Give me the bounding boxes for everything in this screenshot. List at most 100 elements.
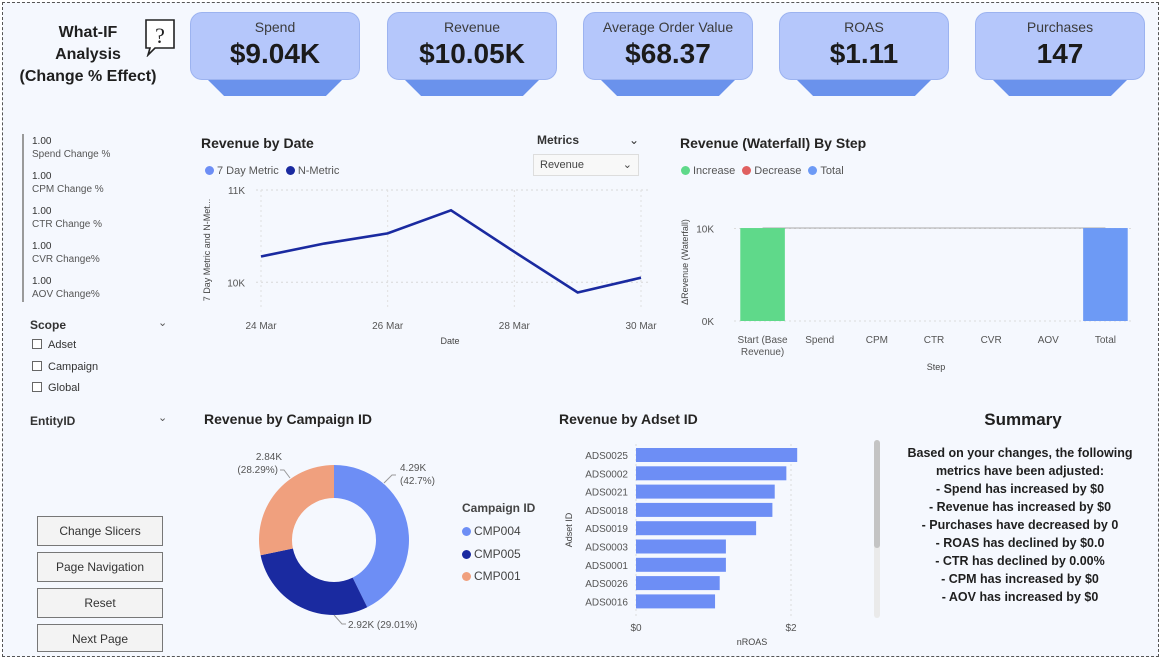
adset-bar-chart: $0 $2 ADS0025 ADS0002 ADS0021 ADS0018 ADS0019 A… [564, 444, 798, 647]
y-tick-label: ADS0016 [585, 597, 628, 608]
metrics-slicer-header[interactable]: Metrics ⌄ [537, 133, 639, 147]
chevron-down-icon[interactable]: ⌄ [158, 316, 167, 329]
waterfall-ylabel: ΔRevenue (Waterfall) [680, 219, 690, 305]
checkbox-icon[interactable] [32, 361, 42, 371]
y-tick-label: 11K [228, 186, 245, 197]
slider-aov-change[interactable]: 1.00 AOV Change% [32, 275, 100, 301]
slice-label: 2.92K (29.01%) [348, 620, 418, 631]
leader-line [383, 474, 396, 484]
entityid-slicer-header[interactable]: EntityID [30, 414, 75, 428]
reset-button[interactable]: Reset [37, 588, 163, 618]
adset-bar [636, 448, 798, 462]
kpi-value: 147 [1036, 38, 1084, 69]
legend-dot-icon [681, 166, 690, 175]
checkbox-icon[interactable] [32, 382, 42, 392]
chevron-down-icon[interactable]: ⌄ [158, 411, 167, 424]
legend-dot-icon [285, 166, 295, 175]
adset-bar [636, 484, 775, 499]
adset-bar [636, 521, 757, 536]
waterfall-bars [740, 228, 1128, 321]
summary-title: Summary [984, 410, 1062, 429]
waterfall-legend: Increase Decrease Total [681, 165, 844, 177]
metrics-selected-value: Revenue [540, 159, 585, 171]
summary-line: - Spend has increased by $0 [935, 482, 1105, 496]
x-tick-label: $0 [630, 623, 642, 634]
x-tick-label: CPM [866, 335, 888, 346]
checkbox-icon[interactable] [32, 339, 42, 349]
x-tick-label: Revenue) [741, 347, 784, 358]
kpi-value: $1.11 [829, 38, 899, 69]
y-tick-label: ADS0019 [585, 524, 628, 535]
kpi-value: $68.37 [625, 38, 711, 69]
legend-dot-icon [808, 166, 818, 175]
y-tick-label: ADS0002 [585, 469, 628, 480]
change-slicers-button[interactable]: Change Slicers [37, 516, 163, 546]
scrollbar-thumb[interactable] [874, 440, 880, 548]
kpi-label: ROAS [844, 19, 884, 35]
x-tick-label: CTR [924, 335, 945, 346]
line-chart-xlabel: Date [440, 336, 459, 346]
slider-cpm-change[interactable]: 1.00 CPM Change % [32, 170, 104, 196]
legend-dot-icon [462, 572, 471, 581]
adset-bar [636, 466, 787, 481]
chevron-down-icon[interactable]: ⌄ [623, 155, 632, 175]
y-tick-label: 0K [702, 317, 715, 328]
slider-ctr-change[interactable]: 1.00 CTR Change % [32, 205, 102, 231]
y-tick-label: 10K [227, 278, 245, 289]
legend-item-cmp005[interactable]: CMP005 [462, 543, 521, 566]
next-page-button[interactable]: Next Page [37, 624, 163, 652]
y-tick-label: ADS0021 [585, 488, 628, 499]
scope-slicer-header[interactable]: Scope [30, 318, 66, 332]
slider-spend-change[interactable]: 1.00 Spend Change % [32, 135, 110, 161]
legend-label: CMP004 [474, 524, 521, 538]
line-chart-grid [256, 189, 651, 310]
legend-dot-icon [205, 166, 214, 175]
line-chart-axes: 10K 11K 24 Mar 26 Mar 28 Mar 30 Mar [227, 186, 657, 332]
x-tick-label: 30 Mar [625, 321, 657, 332]
slider-cvr-change[interactable]: 1.00 CVR Change% [32, 240, 100, 266]
x-tick-label: $2 [785, 623, 797, 634]
scope-option-campaign[interactable]: Campaign [32, 361, 98, 375]
donut-chart-title: Revenue by Campaign ID [204, 411, 373, 427]
kpi-card-spend: Spend $9.04K [190, 12, 360, 98]
x-tick-label: CVR [981, 335, 1002, 346]
legend-label: 7 Day Metric [217, 165, 279, 177]
legend-label: N-Metric [297, 165, 340, 177]
slider-value[interactable]: 1.00 [32, 135, 110, 148]
waterfall-bar [740, 228, 785, 321]
slider-label: Spend Change % [32, 149, 111, 160]
page-navigation-button[interactable]: Page Navigation [37, 552, 163, 582]
slider-value[interactable]: 1.00 [32, 205, 102, 218]
donut-slice-cmp001 [259, 465, 334, 556]
legend-dot-icon [742, 166, 752, 175]
slider-label: CTR Change % [32, 219, 103, 230]
x-tick-label: Start (Base [738, 335, 788, 346]
summary-line: - AOV has increased by $0 [941, 590, 1099, 604]
chevron-down-icon[interactable]: ⌄ [629, 133, 639, 147]
slider-value[interactable]: 1.00 [32, 240, 100, 253]
legend-item-cmp001[interactable]: CMP001 [462, 565, 521, 588]
kpi-card-base [208, 80, 342, 96]
summary-scrollbar[interactable] [874, 440, 880, 618]
summary-line: - Purchases have decreased by 0 [921, 518, 1119, 532]
kpi-label: Spend [254, 19, 296, 35]
kpi-card-purchases: Purchases 147 [975, 12, 1145, 98]
metrics-dropdown[interactable]: Revenue ⌄ [533, 154, 639, 176]
help-question-icon[interactable]: ? [143, 17, 177, 57]
scope-option-adset[interactable]: Adset [32, 339, 76, 353]
slider-value[interactable]: 1.00 [32, 275, 100, 288]
adset-bar [636, 576, 720, 591]
y-tick-label: ADS0003 [585, 543, 628, 554]
summary-line: - CTR has declined by 0.00% [935, 554, 1105, 568]
donut-legend: CMP004 CMP005 CMP001 [462, 520, 521, 588]
slider-value[interactable]: 1.00 [32, 170, 104, 183]
scope-option-global[interactable]: Global [32, 382, 80, 396]
legend-item-cmp004[interactable]: CMP004 [462, 520, 521, 543]
legend-dot-icon [462, 549, 471, 559]
x-tick-label: Total [1095, 335, 1116, 346]
x-tick-label: 28 Mar [499, 321, 531, 332]
line-chart: 10K 11K 24 Mar 26 Mar 28 Mar 30 Mar 7 Day Met… [202, 186, 657, 346]
adset-bars [636, 448, 798, 609]
slice-label: (28.29%) [237, 465, 278, 476]
adset-ylabel: Adset ID [564, 512, 574, 547]
